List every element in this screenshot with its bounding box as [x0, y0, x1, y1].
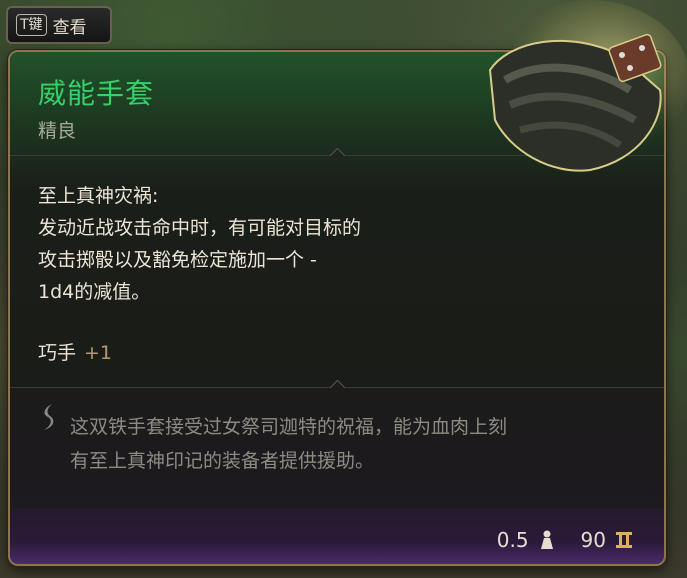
lore-quill-icon: [44, 404, 54, 430]
inspect-key-hint[interactable]: T键 查看: [6, 6, 112, 44]
item-value: 90: [580, 528, 606, 552]
stat-row: 巧手 +1: [38, 338, 112, 365]
gold-icon: [616, 532, 632, 548]
ability-line: 攻击掷骰以及豁免检定施加一个 -: [38, 249, 317, 271]
lore-line: 有至上真神印记的装备者提供援助。: [70, 450, 375, 472]
ability-title: 至上真神灾祸:: [38, 185, 159, 207]
item-name: 威能手套: [38, 77, 155, 110]
lore-line: 这双铁手套接受过女祭司迦特的祝福，能为血肉上刻: [70, 416, 508, 438]
key-cap: T键: [16, 14, 47, 36]
lore-divider: [10, 379, 664, 396]
lore-text: 这双铁手套接受过女祭司迦特的祝福，能为血肉上刻 有至上真神印记的装备者提供援助。: [70, 410, 640, 478]
stat-label: 巧手: [38, 342, 77, 364]
stat-bonus: +1: [84, 342, 113, 364]
ability-description: 至上真神灾祸: 发动近战攻击命中时，有可能对目标的 攻击掷骰以及豁免检定施加一个…: [38, 180, 478, 308]
item-weight: 0.5: [496, 528, 529, 552]
ability-line: 发动近战攻击命中时，有可能对目标的: [38, 217, 362, 239]
key-hint-label: 查看: [52, 17, 87, 38]
item-footer: 0.5 90: [497, 528, 634, 552]
item-rarity: 精良: [38, 120, 77, 142]
gauntlet-item-image: [488, 0, 687, 172]
ability-line: 1d4的减值。: [38, 281, 151, 303]
weight-icon: [540, 530, 553, 549]
